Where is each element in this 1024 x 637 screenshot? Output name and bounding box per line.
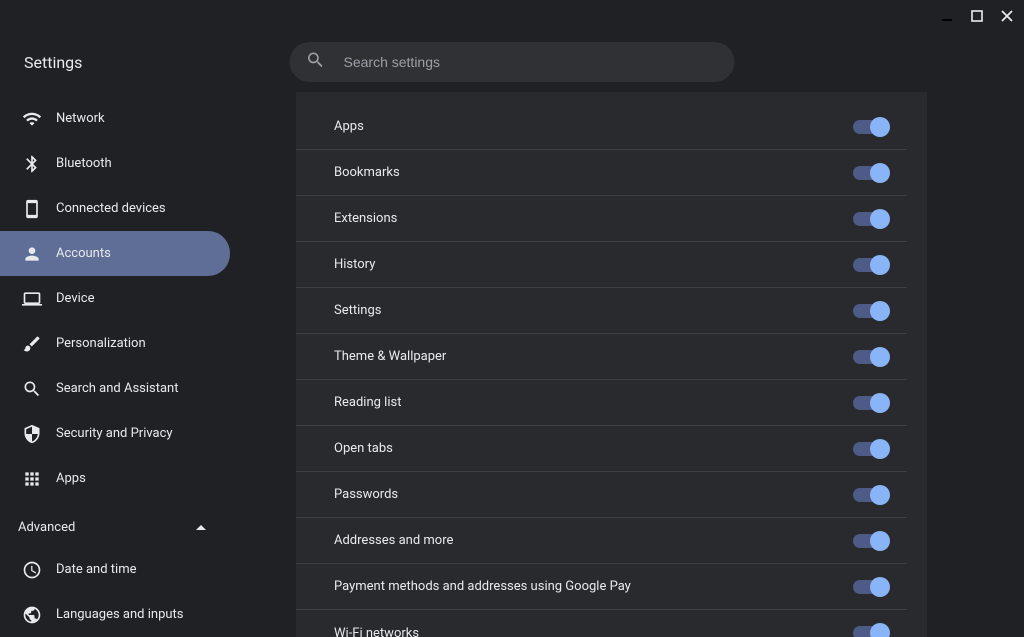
- sidebar-item-bluetooth[interactable]: Bluetooth: [0, 141, 230, 186]
- sidebar-item-label: Connected devices: [56, 201, 166, 216]
- window-minimize-button[interactable]: [938, 7, 956, 25]
- toggle-extensions[interactable]: [853, 212, 887, 226]
- sidebar-item-security-privacy[interactable]: Security and Privacy: [0, 411, 230, 456]
- search-icon: [22, 379, 42, 399]
- sync-row-theme-wallpaper: Theme & Wallpaper: [296, 334, 907, 380]
- sidebar-item-network[interactable]: Network: [0, 96, 230, 141]
- sync-row-label: History: [334, 257, 375, 272]
- sync-row-label: Addresses and more: [334, 533, 453, 548]
- sync-row-addresses: Addresses and more: [296, 518, 907, 564]
- sync-row-history: History: [296, 242, 907, 288]
- wifi-icon: [22, 109, 42, 129]
- search-icon: [306, 50, 326, 74]
- phone-icon: [22, 199, 42, 219]
- sidebar-item-label: Search and Assistant: [56, 381, 179, 396]
- toggle-wifi-networks[interactable]: [853, 626, 887, 637]
- search-bar[interactable]: [290, 42, 735, 82]
- sidebar-advanced-toggle[interactable]: Advanced: [0, 507, 230, 547]
- sidebar-item-label: Network: [56, 111, 105, 126]
- clock-icon: [22, 560, 42, 580]
- shield-icon: [22, 424, 42, 444]
- toggle-passwords[interactable]: [853, 488, 887, 502]
- toggle-theme-wallpaper[interactable]: [853, 350, 887, 364]
- sync-row-label: Extensions: [334, 211, 397, 226]
- sync-row-reading-list: Reading list: [296, 380, 907, 426]
- sync-row-label: Passwords: [334, 487, 398, 502]
- sync-row-wifi-networks: Wi-Fi networks: [296, 610, 907, 637]
- toggle-open-tabs[interactable]: [853, 442, 887, 456]
- sync-row-label: Payment methods and addresses using Goog…: [334, 579, 631, 594]
- person-icon: [22, 244, 42, 264]
- sync-row-bookmarks: Bookmarks: [296, 150, 907, 196]
- sidebar-item-personalization[interactable]: Personalization: [0, 321, 230, 366]
- sync-row-label: Apps: [334, 119, 364, 134]
- toggle-settings[interactable]: [853, 304, 887, 318]
- window-close-button[interactable]: [998, 7, 1016, 25]
- bluetooth-icon: [22, 154, 42, 174]
- toggle-payment-methods[interactable]: [853, 580, 887, 594]
- sidebar-item-label: Personalization: [56, 336, 146, 351]
- sidebar-item-search-assistant[interactable]: Search and Assistant: [0, 366, 230, 411]
- sync-row-label: Theme & Wallpaper: [334, 349, 446, 364]
- toggle-apps[interactable]: [853, 120, 887, 134]
- sidebar-item-label: Security and Privacy: [56, 426, 173, 441]
- sidebar-item-label: Bluetooth: [56, 156, 112, 171]
- sync-row-label: Reading list: [334, 395, 401, 410]
- sidebar-item-connected-devices[interactable]: Connected devices: [0, 186, 230, 231]
- brush-icon: [22, 334, 42, 354]
- sync-row-label: Bookmarks: [334, 165, 400, 180]
- globe-icon: [22, 605, 42, 625]
- sidebar: Network Bluetooth Connected devices Acco…: [0, 92, 280, 637]
- sync-row-payment-methods: Payment methods and addresses using Goog…: [296, 564, 907, 610]
- content-area: Apps Bookmarks Extensions History: [280, 92, 1024, 637]
- sync-row-label: Wi-Fi networks: [334, 626, 419, 637]
- sync-row-label: Settings: [334, 303, 381, 318]
- sync-row-passwords: Passwords: [296, 472, 907, 518]
- toggle-addresses[interactable]: [853, 534, 887, 548]
- sync-row-apps: Apps: [296, 104, 907, 150]
- sidebar-item-label: Accounts: [56, 246, 111, 261]
- sidebar-item-date-time[interactable]: Date and time: [0, 547, 230, 592]
- advanced-label: Advanced: [18, 520, 75, 535]
- sync-settings-panel: Apps Bookmarks Extensions History: [296, 92, 927, 637]
- sidebar-item-apps[interactable]: Apps: [0, 456, 230, 501]
- toggle-reading-list[interactable]: [853, 396, 887, 410]
- sidebar-item-label: Device: [56, 291, 95, 306]
- header: Settings: [0, 32, 1024, 92]
- sidebar-item-languages-inputs[interactable]: Languages and inputs: [0, 592, 230, 637]
- sidebar-item-label: Date and time: [56, 562, 137, 577]
- sidebar-item-label: Languages and inputs: [56, 607, 184, 622]
- chevron-up-icon: [196, 525, 206, 530]
- sync-row-open-tabs: Open tabs: [296, 426, 907, 472]
- sidebar-item-label: Apps: [56, 471, 86, 486]
- page-title: Settings: [24, 53, 82, 72]
- window-titlebar: [0, 0, 1024, 32]
- sync-row-extensions: Extensions: [296, 196, 907, 242]
- window-maximize-button[interactable]: [968, 7, 986, 25]
- sync-row-label: Open tabs: [334, 441, 393, 456]
- toggle-history[interactable]: [853, 258, 887, 272]
- sidebar-item-accounts[interactable]: Accounts: [0, 231, 230, 276]
- toggle-bookmarks[interactable]: [853, 166, 887, 180]
- laptop-icon: [22, 289, 42, 309]
- search-input[interactable]: [344, 54, 719, 70]
- sync-row-settings: Settings: [296, 288, 907, 334]
- apps-grid-icon: [22, 469, 42, 489]
- sidebar-item-device[interactable]: Device: [0, 276, 230, 321]
